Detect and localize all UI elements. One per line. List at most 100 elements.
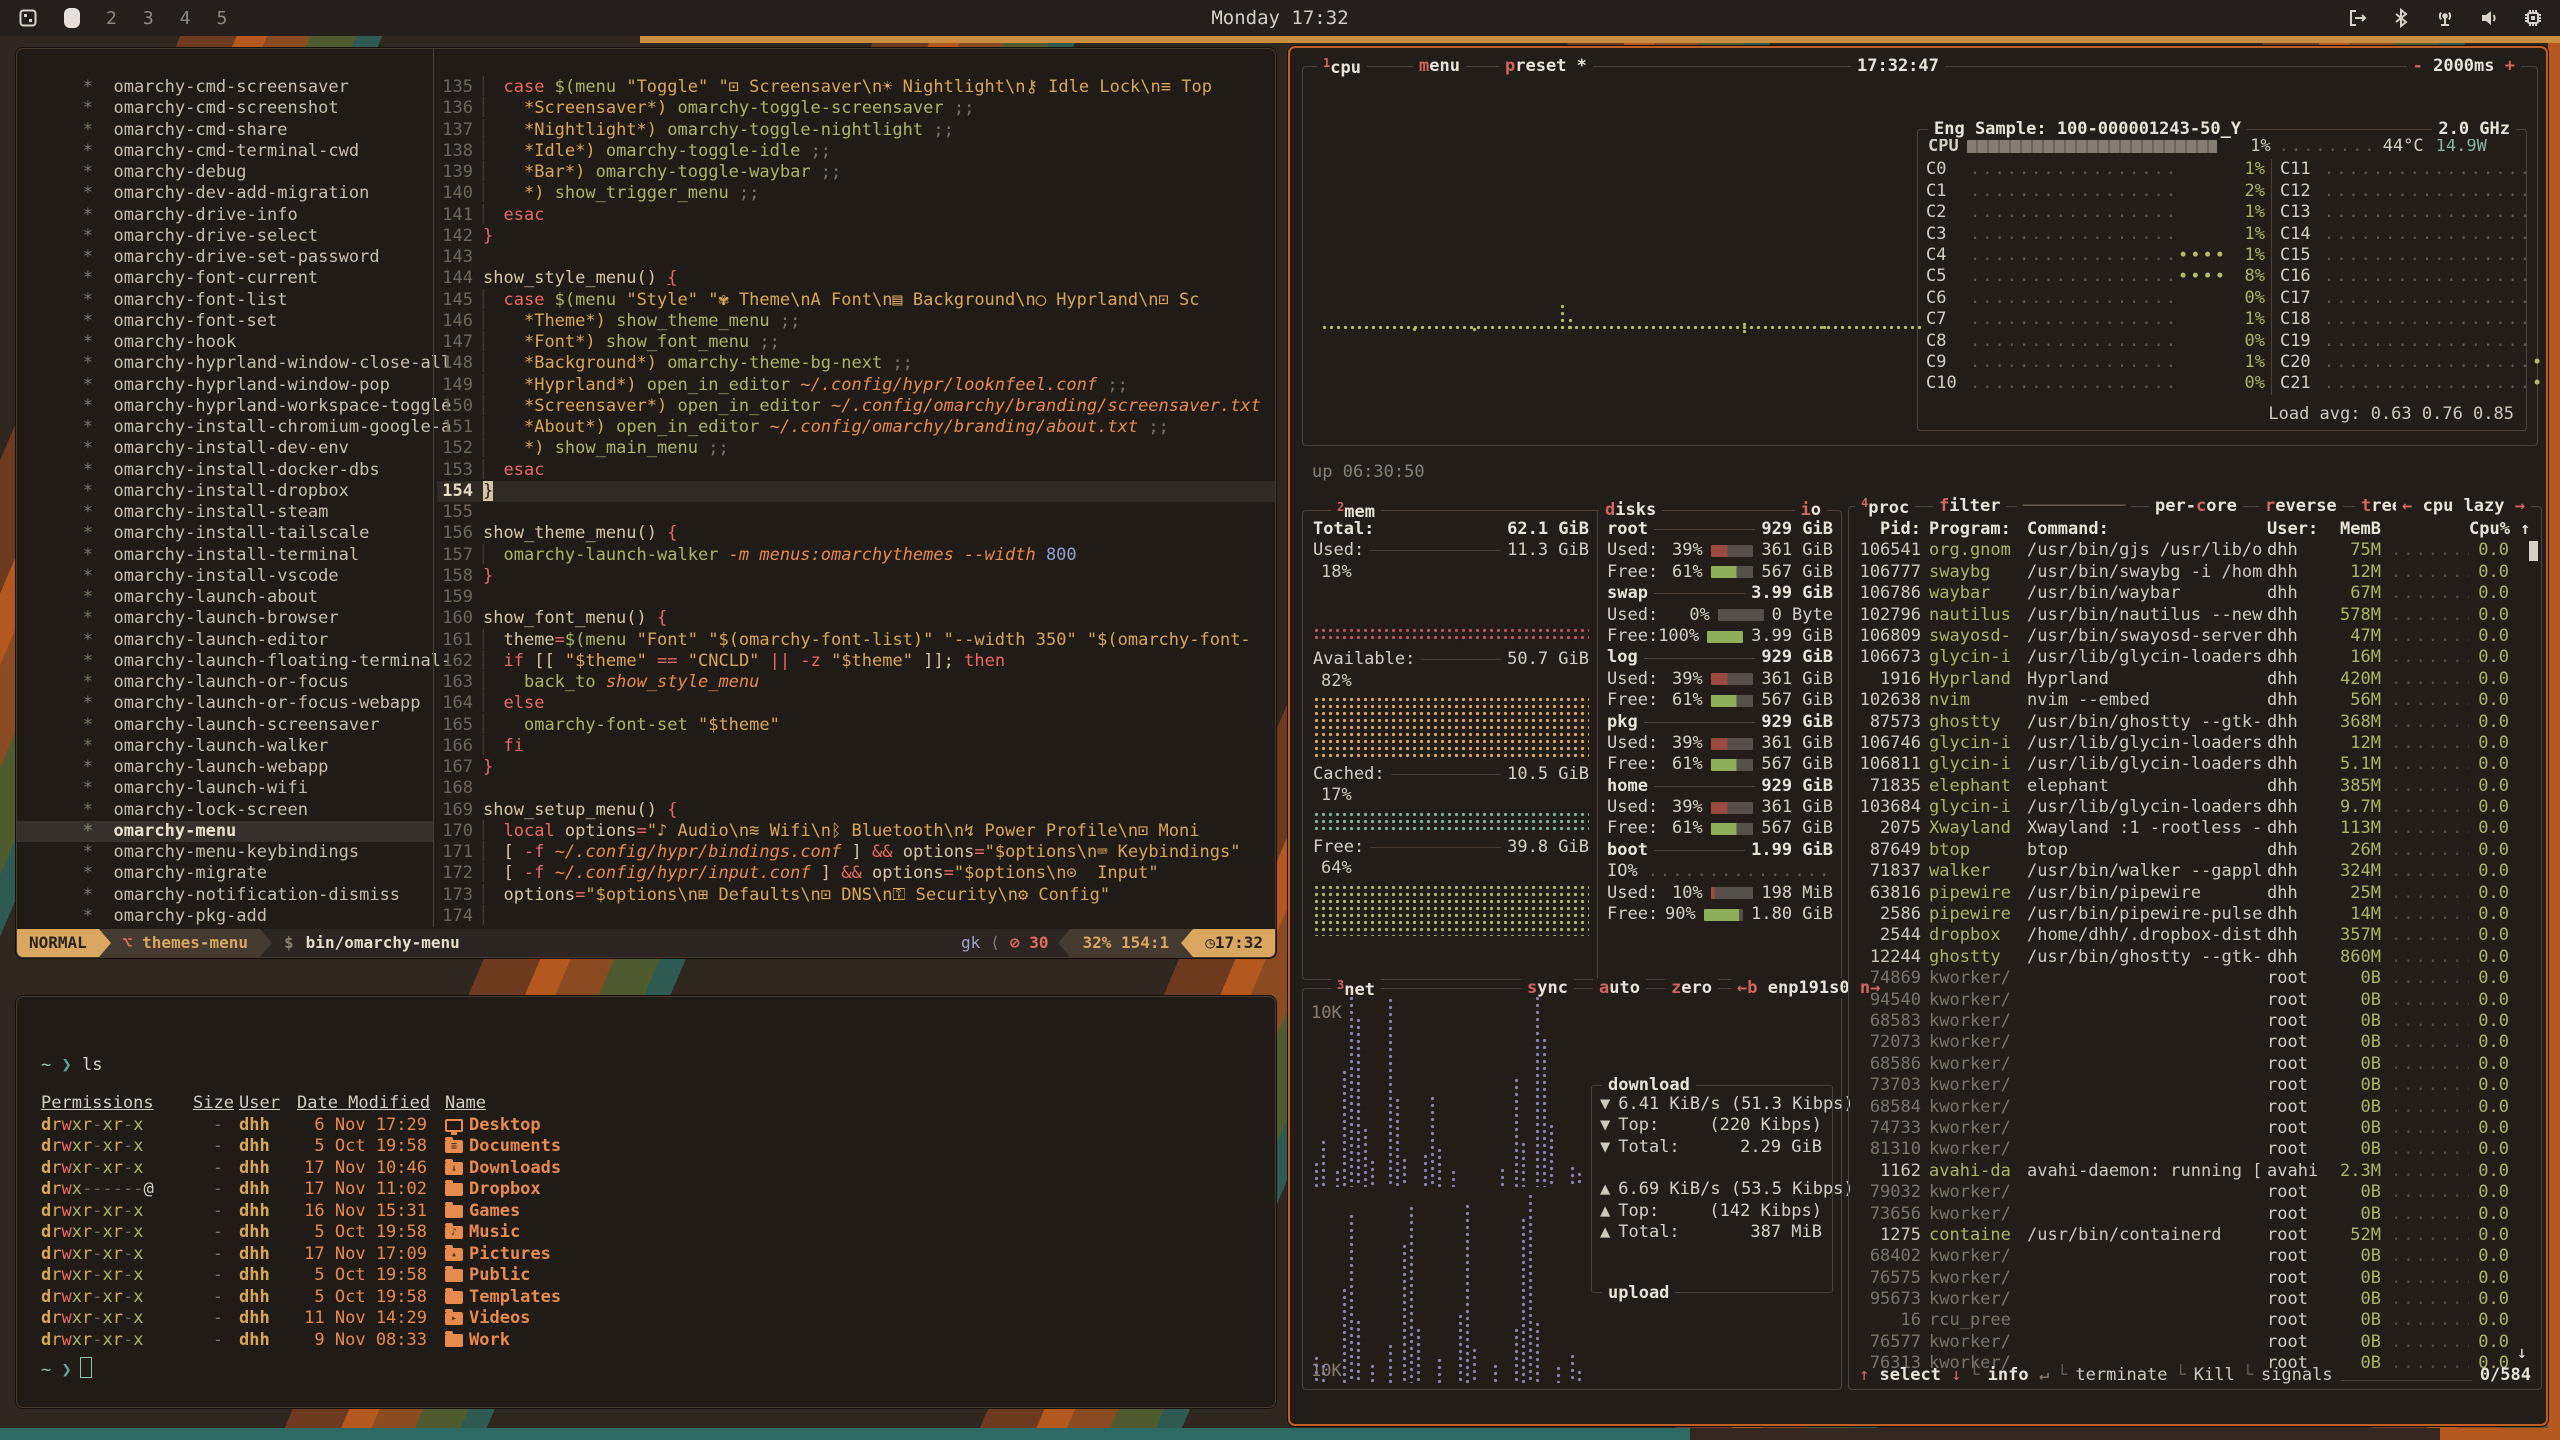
code-line[interactable]: 168	[437, 778, 1275, 799]
file-list-item[interactable]: * omarchy-migrate	[17, 863, 433, 884]
code-line[interactable]: 135▏ case $(menu "Toggle" "⊡ Screensaver…	[437, 77, 1275, 98]
code-line[interactable]: 156show_theme_menu() {	[437, 523, 1275, 544]
process-row[interactable]: 106673glycin-i/usr/lib/glycin-loadersdhh…	[1853, 647, 2537, 668]
disks-label[interactable]: disks	[1599, 500, 1662, 520]
file-list-item[interactable]: * omarchy-launch-about	[17, 587, 433, 608]
process-row[interactable]: 1916HyprlandHyprlanddhh420M.........0.0	[1853, 669, 2537, 690]
file-list-item[interactable]: * omarchy-menu-keybindings	[17, 842, 433, 863]
shell-prompt-empty[interactable]: ~ ❯	[41, 1357, 92, 1382]
process-row[interactable]: 79032kworker/root0B.........0.0	[1853, 1182, 2537, 1203]
net-zero-toggle[interactable]: zero	[1665, 978, 1718, 998]
process-row[interactable]: 73656kworker/root0B.........0.0	[1853, 1204, 2537, 1225]
code-line[interactable]: 141▏ esac	[437, 205, 1275, 226]
process-row[interactable]: 1275containe/usr/bin/containerdroot52M..…	[1853, 1225, 2537, 1246]
code-line[interactable]: 142}	[437, 226, 1275, 247]
code-line[interactable]: 165▏ omarchy-font-set "$theme"	[437, 715, 1275, 736]
proc-sort-selector[interactable]: ← cpu lazy →	[2396, 496, 2531, 516]
code-line[interactable]: 144show_style_menu() {	[437, 268, 1275, 289]
network-box[interactable]: 3net sync auto zero ←b enp191s0 n→ 10K 1…	[1302, 988, 1842, 1390]
code-line[interactable]: 147▏ *Font*) show_font_menu ;;	[437, 332, 1275, 353]
file-list-item[interactable]: * omarchy-install-terminal	[17, 545, 433, 566]
file-list-item[interactable]: * omarchy-hyprland-window-close-all	[17, 353, 433, 374]
file-list-item[interactable]: * omarchy-launch-editor	[17, 630, 433, 651]
process-row[interactable]: 102638nvimnvim --embeddhh56M.........0.0	[1853, 690, 2537, 711]
process-row[interactable]: 68586kworker/root0B.........0.0	[1853, 1054, 2537, 1075]
process-row[interactable]: 63816pipewire/usr/bin/pipewiredhh25M....…	[1853, 883, 2537, 904]
network-icon[interactable]	[2434, 7, 2456, 29]
process-row[interactable]: 74869kworker/root0B.........0.0	[1853, 968, 2537, 989]
proc-scrollbar[interactable]	[2529, 541, 2538, 561]
file-list-item[interactable]: * omarchy-cmd-screensaver	[17, 77, 433, 98]
code-line[interactable]: 140▏ *) show_trigger_menu ;;	[437, 183, 1275, 204]
process-row[interactable]: 94540kworker/root0B.........0.0	[1853, 990, 2537, 1011]
code-line[interactable]: 136▏ *Screensaver*) omarchy-toggle-scree…	[437, 98, 1275, 119]
code-line[interactable]: 145▏ case $(menu "Style" "✾ Theme\nA Fon…	[437, 290, 1275, 311]
code-line[interactable]: 166▏ fi	[437, 736, 1275, 757]
code-line[interactable]: 146▏ *Theme*) show_theme_menu ;;	[437, 311, 1275, 332]
code-line[interactable]: 164▏ else	[437, 693, 1275, 714]
proc-reverse-toggle[interactable]: reverse	[2259, 496, 2343, 516]
file-list-item[interactable]: * omarchy-font-current	[17, 268, 433, 289]
code-line[interactable]: 163▏ back_to show_style_menu	[437, 672, 1275, 693]
code-line[interactable]: 158}	[437, 566, 1275, 587]
code-line[interactable]: 167}	[437, 757, 1275, 778]
process-row[interactable]: 106809swayosd-/usr/bin/swayosd-serverdhh…	[1853, 626, 2537, 647]
process-row[interactable]: 95673kworker/root0B.........0.0	[1853, 1289, 2537, 1310]
file-list-item[interactable]: * omarchy-cmd-terminal-cwd	[17, 141, 433, 162]
code-pane[interactable]: 135▏ case $(menu "Toggle" "⊡ Screensaver…	[437, 77, 1275, 927]
code-line[interactable]: 172▏ [ -f ~/.config/hypr/input.conf ] &&…	[437, 863, 1275, 884]
io-label[interactable]: io	[1795, 500, 1828, 520]
process-rows[interactable]: 106541org.gnom/usr/bin/gjs /usr/lib/odhh…	[1853, 540, 2537, 1374]
code-line[interactable]: 170▏ local options="♪ Audio\n≋ Wifi\nᛒ B…	[437, 821, 1275, 842]
file-list-item[interactable]: * omarchy-launch-walker	[17, 736, 433, 757]
bluetooth-icon[interactable]	[2390, 7, 2412, 29]
memory-box[interactable]: 2mem disks io Total:62.1 GiBUsed:11.3 Gi…	[1302, 510, 1842, 980]
code-line[interactable]: 152▏ *) show_main_menu ;;	[437, 438, 1275, 459]
preset-button[interactable]: preset *	[1499, 56, 1593, 76]
file-list-item[interactable]: * omarchy-hook	[17, 332, 433, 353]
process-row[interactable]: 2586pipewire/usr/bin/pipewire-pulsedhh14…	[1853, 904, 2537, 925]
process-row[interactable]: 72073kworker/root0B.........0.0	[1853, 1032, 2537, 1053]
process-row[interactable]: 2544dropbox/home/dhh/.dropbox-distdhh357…	[1853, 925, 2537, 946]
process-row[interactable]: 106786waybar/usr/bin/waybardhh67M.......…	[1853, 583, 2537, 604]
file-list-item[interactable]: * omarchy-drive-set-password	[17, 247, 433, 268]
process-row[interactable]: 106541org.gnom/usr/bin/gjs /usr/lib/odhh…	[1853, 540, 2537, 561]
file-list-item[interactable]: * omarchy-drive-info	[17, 205, 433, 226]
file-list-item[interactable]: * omarchy-launch-screensaver	[17, 715, 433, 736]
file-list-item[interactable]: * omarchy-install-dropbox	[17, 481, 433, 502]
file-list-item[interactable]: * omarchy-launch-browser	[17, 608, 433, 629]
code-line[interactable]: 171▏ [ -f ~/.config/hypr/bindings.conf ]…	[437, 842, 1275, 863]
cpu-box[interactable]: 1cpu menu preset * 17:32:47 - 2000ms + E…	[1302, 66, 2538, 446]
logout-icon[interactable]	[2346, 7, 2368, 29]
file-list-item[interactable]: * omarchy-notification-dismiss	[17, 885, 433, 906]
code-line[interactable]: 161▏ theme=$(menu "Font" "$(omarchy-font…	[437, 630, 1275, 651]
file-list-item[interactable]: * omarchy-install-vscode	[17, 566, 433, 587]
process-row[interactable]: 16rcu_preeroot0B.........0.0	[1853, 1310, 2537, 1331]
file-list-item[interactable]: * omarchy-launch-webapp	[17, 757, 433, 778]
process-row[interactable]: 106746glycin-i/usr/lib/glycin-loadersdhh…	[1853, 733, 2537, 754]
process-row[interactable]: 106777swaybg/usr/bin/swaybg -i /homdhh12…	[1853, 562, 2537, 583]
code-line[interactable]: 159	[437, 587, 1275, 608]
cpu-icon[interactable]	[2522, 7, 2544, 29]
process-row[interactable]: 87649btopbtopdhh26M.........0.0	[1853, 840, 2537, 861]
terminal-window[interactable]: ~ ❯ ls PermissionsSizeUserDate ModifiedN…	[16, 996, 1276, 1408]
code-line[interactable]: 173▏ options="$options\n⊞ Defaults\n⊡ DN…	[437, 885, 1275, 906]
code-line[interactable]: 155	[437, 502, 1275, 523]
code-line[interactable]: 154}	[437, 481, 1275, 502]
process-row[interactable]: 71837walker/usr/bin/walker --gappldhh324…	[1853, 861, 2537, 882]
process-row[interactable]: 102796nautilus/usr/bin/nautilus --newdhh…	[1853, 605, 2537, 626]
code-line[interactable]: 148▏ *Background*) omarchy-theme-bg-next…	[437, 353, 1275, 374]
code-line[interactable]: 137▏ *Nightlight*) omarchy-toggle-nightl…	[437, 120, 1275, 141]
cpu-tab[interactable]: 1cpu	[1317, 56, 1367, 78]
process-row[interactable]: 76575kworker/root0B.........0.0	[1853, 1268, 2537, 1289]
file-list-item[interactable]: * omarchy-font-set	[17, 311, 433, 332]
file-list-item[interactable]: * omarchy-pkg-add	[17, 906, 433, 927]
code-line[interactable]: 143	[437, 247, 1275, 268]
file-list-item[interactable]: * omarchy-launch-or-focus-webapp	[17, 693, 433, 714]
process-row[interactable]: 2075XwaylandXwayland :1 -rootless -dhh11…	[1853, 818, 2537, 839]
file-list-item[interactable]: * omarchy-install-docker-dbs	[17, 460, 433, 481]
file-list-item[interactable]: * omarchy-launch-floating-terminal-	[17, 651, 433, 672]
code-line[interactable]: 138▏ *Idle*) omarchy-toggle-idle ;;	[437, 141, 1275, 162]
process-row[interactable]: 71835elephantelephantdhh385M.........0.0	[1853, 776, 2537, 797]
process-row[interactable]: 68584kworker/root0B.........0.0	[1853, 1097, 2537, 1118]
